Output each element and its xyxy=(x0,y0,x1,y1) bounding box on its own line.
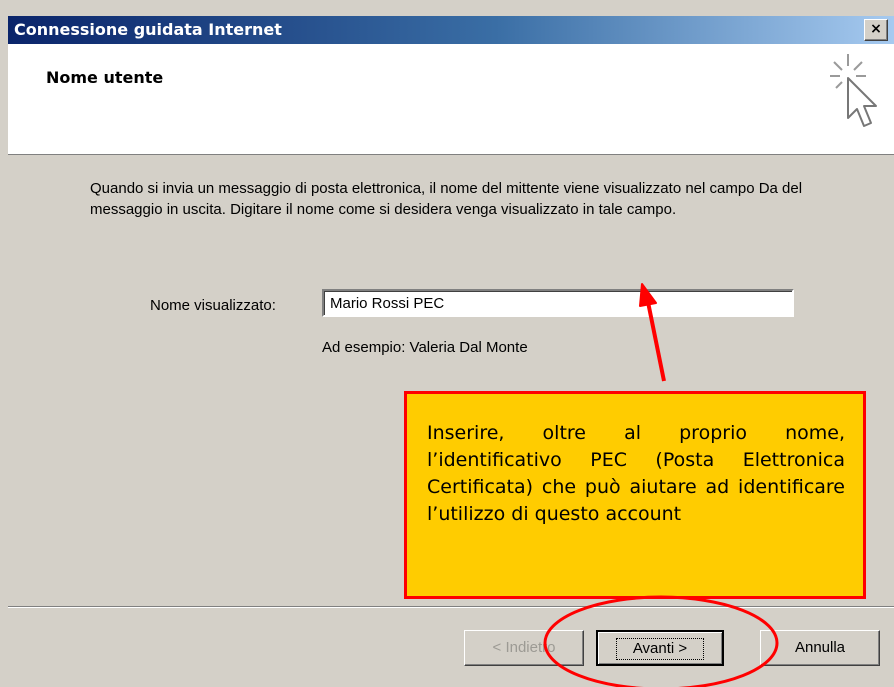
close-button[interactable]: × xyxy=(864,19,888,41)
wizard-header: Nome utente xyxy=(8,44,894,155)
next-button[interactable]: Avanti > xyxy=(596,630,724,666)
annotation-callout: Inserire, oltre al proprio nome, l’ident… xyxy=(404,391,866,599)
footer-separator xyxy=(8,606,894,608)
page-title: Nome utente xyxy=(46,68,164,87)
instructions-text: Quando si invia un messaggio di posta el… xyxy=(90,180,803,218)
example-hint: Ad esempio: Valeria Dal Monte xyxy=(322,339,528,356)
title-bar[interactable]: Connessione guidata Internet × xyxy=(8,16,894,44)
cancel-button[interactable]: Annulla xyxy=(760,630,880,666)
cursor-sparkle-icon xyxy=(830,54,877,127)
window-title: Connessione guidata Internet xyxy=(14,20,282,39)
back-button[interactable]: < Indietro xyxy=(464,630,584,666)
display-name-input[interactable] xyxy=(322,289,794,317)
next-button-label: Avanti > xyxy=(615,638,705,660)
close-icon: × xyxy=(870,21,882,37)
display-name-label: Nome visualizzato: xyxy=(150,297,276,314)
